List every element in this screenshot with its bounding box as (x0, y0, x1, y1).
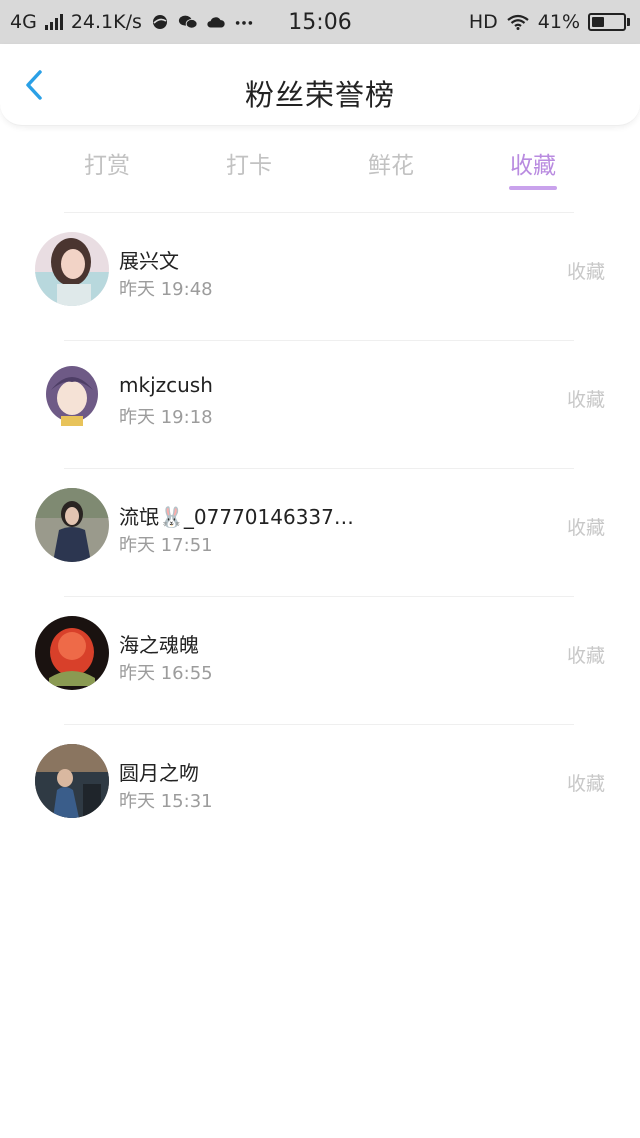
wechat-icon (178, 15, 198, 29)
fan-name: mkjzcush (119, 373, 213, 397)
navigation-bar: 粉丝荣誉榜 (0, 44, 640, 126)
fan-name: 流氓🐰_07770146337… (119, 505, 354, 529)
list-item[interactable]: 圆月之吻 昨天 15:31 收藏 (0, 724, 640, 852)
tab-favorites[interactable]: 收藏 (473, 146, 593, 180)
favorite-label: 收藏 (566, 645, 605, 667)
list-item[interactable]: mkjzcush 昨天 19:18 收藏 (0, 340, 640, 468)
hd-indicator: HD (468, 11, 498, 33)
avatar (35, 232, 109, 306)
fan-name: 圆月之吻 (119, 761, 199, 785)
tab-bar: 打赏 打卡 鲜花 收藏 (0, 140, 640, 196)
tab-flowers[interactable]: 鲜花 (331, 146, 451, 180)
favorite-label: 收藏 (566, 389, 605, 411)
fan-time: 昨天 19:18 (119, 407, 213, 428)
status-left: 4G 24.1K/s (10, 11, 290, 33)
list-item[interactable]: 展兴文 昨天 19:48 收藏 (0, 212, 640, 340)
wifi-icon (507, 14, 529, 30)
fan-name: 海之魂魄 (119, 633, 199, 657)
avatar (35, 488, 109, 562)
battery-icon (588, 13, 630, 31)
tab-reward[interactable]: 打赏 (47, 146, 167, 180)
cloud-icon (207, 17, 225, 28)
favorite-label: 收藏 (566, 261, 605, 283)
page-title: 粉丝荣誉榜 (244, 78, 395, 112)
tab-checkin[interactable]: 打卡 (189, 146, 309, 180)
avatar (35, 616, 109, 690)
avatar (35, 360, 109, 434)
avatar (35, 744, 109, 818)
favorite-label: 收藏 (566, 517, 605, 539)
fan-time: 昨天 19:48 (119, 279, 213, 300)
list-item[interactable]: 海之魂魄 昨天 16:55 收藏 (0, 596, 640, 724)
network-type: 4G (10, 11, 37, 33)
list-item[interactable]: 流氓🐰_07770146337… 昨天 17:51 收藏 (0, 468, 640, 596)
more-icon (235, 21, 253, 25)
fan-time: 昨天 15:31 (119, 791, 213, 812)
browser-icon (152, 15, 167, 29)
status-right: HD 41% (469, 11, 630, 33)
fan-name: 展兴文 (119, 249, 179, 273)
fan-time: 昨天 17:51 (119, 535, 213, 556)
network-speed: 24.1K/s (70, 11, 142, 33)
signal-icon (44, 14, 63, 30)
battery-percentage: 41% (537, 11, 580, 33)
status-bar: 4G 24.1K/s 15:06 HD 41% (0, 0, 640, 44)
favorite-label: 收藏 (566, 773, 605, 795)
fan-time: 昨天 16:55 (119, 663, 213, 684)
active-tab-indicator (509, 186, 557, 190)
